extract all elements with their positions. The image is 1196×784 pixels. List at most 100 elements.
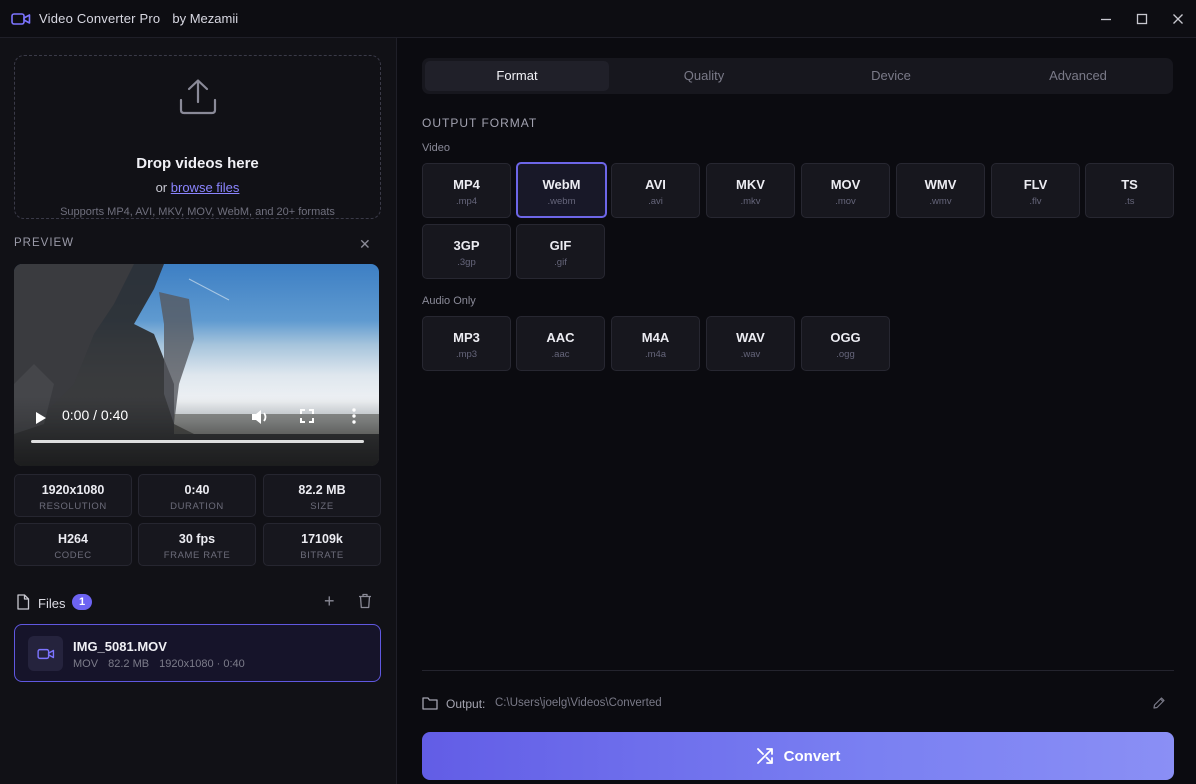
format-name: TS: [1121, 177, 1138, 192]
tab-format[interactable]: Format: [425, 61, 609, 91]
format-ext: .mp4: [455, 196, 478, 207]
fullscreen-icon[interactable]: [300, 409, 314, 423]
format-aac[interactable]: AAC .aac: [516, 316, 605, 371]
settings-tabs: Format Quality Device Advanced: [422, 58, 1173, 94]
stat-key: CODEC: [54, 550, 92, 561]
format-flv[interactable]: FLV .flv: [991, 163, 1080, 218]
files-label: Files: [38, 596, 66, 611]
maximize-button[interactable]: [1124, 0, 1160, 38]
file-list-item[interactable]: IMG_5081.MOV MOV 82.2 MB 1920x1080 · 0:4…: [14, 624, 381, 682]
convert-button[interactable]: Convert: [422, 732, 1174, 780]
volume-icon[interactable]: [250, 408, 270, 426]
pencil-icon[interactable]: [1152, 696, 1166, 710]
format-mkv[interactable]: MKV .mkv: [706, 163, 795, 218]
close-button[interactable]: [1160, 0, 1196, 38]
format-mp3[interactable]: MP3 .mp3: [422, 316, 511, 371]
format-wav[interactable]: WAV .wav: [706, 316, 795, 371]
format-ext: .ogg: [836, 349, 855, 360]
drop-title: Drop videos here: [136, 155, 259, 172]
file-size: 82.2 MB: [108, 658, 150, 670]
output-path: C:\Users\joelg\Videos\Converted: [495, 697, 662, 709]
format-ext: .wmv: [929, 196, 952, 207]
format-ext: .webm: [547, 196, 576, 207]
play-icon[interactable]: [34, 410, 48, 426]
window-controls: [1088, 0, 1196, 38]
file-details: 1920x1080 · 0:40: [159, 658, 245, 670]
format-name: WebM: [542, 177, 581, 192]
close-icon: [1173, 14, 1183, 24]
format-ext: .m4a: [644, 349, 667, 360]
stat-bitrate: 17109k BITRATE: [263, 523, 381, 566]
stat-key: BITRATE: [300, 550, 344, 561]
divider: [422, 670, 1174, 671]
format-name: AAC: [546, 330, 575, 345]
stat-key: FRAME RATE: [163, 550, 231, 561]
output-format-heading: OUTPUT FORMAT: [422, 116, 538, 130]
tab-advanced[interactable]: Advanced: [986, 61, 1170, 91]
format-mov[interactable]: MOV .mov: [801, 163, 890, 218]
stat-size: 82.2 MB SIZE: [263, 474, 381, 517]
format-m4a[interactable]: M4A .m4a: [611, 316, 700, 371]
video-time: 0:00 / 0:40: [62, 407, 129, 423]
stat-value: 17109k: [301, 532, 343, 546]
file-name: IMG_5081.MOV: [73, 639, 167, 654]
shuffle-icon: [756, 748, 773, 764]
video-group-label: Video: [422, 142, 450, 154]
trash-icon[interactable]: [358, 593, 372, 609]
add-file-button[interactable]: +: [324, 591, 335, 612]
left-panel: Drop videos here or browse files Support…: [0, 38, 397, 784]
format-ext: .flv: [1029, 196, 1042, 207]
output-label: Output:: [446, 697, 486, 711]
stat-value: 0:40: [184, 483, 210, 497]
browse-files-link[interactable]: browse files: [171, 180, 240, 195]
format-ext: .3gp: [457, 257, 476, 268]
output-path-row: Output: C:\Users\joelg\Videos\Converted: [422, 696, 1174, 712]
file-type: MOV: [73, 658, 99, 670]
stat-key: SIZE: [310, 501, 334, 512]
minimize-icon: [1101, 18, 1111, 21]
video-progress-bar[interactable]: [31, 440, 364, 443]
drop-subtitle: or browse files: [15, 180, 380, 195]
format-name: MOV: [830, 177, 861, 192]
format-name: 3GP: [453, 238, 480, 253]
format-gif[interactable]: GIF .gif: [516, 224, 605, 279]
format-wmv[interactable]: WMV .wmv: [896, 163, 985, 218]
title-bar: Video Converter Pro by Mezamii: [0, 0, 1196, 38]
right-panel: Format Quality Device Advanced OUTPUT FO…: [398, 38, 1196, 784]
format-avi[interactable]: AVI .avi: [611, 163, 700, 218]
format-ext: .avi: [648, 196, 663, 207]
folder-icon: [422, 697, 438, 710]
format-ogg[interactable]: OGG .ogg: [801, 316, 890, 371]
tab-device[interactable]: Device: [799, 61, 983, 91]
file-meta: MOV 82.2 MB 1920x1080 · 0:40: [73, 658, 252, 670]
drop-zone[interactable]: Drop videos here or browse files Support…: [14, 55, 381, 219]
video-camera-icon: [11, 12, 31, 25]
format-name: MP3: [453, 330, 480, 345]
more-options-icon[interactable]: [352, 408, 356, 424]
format-webm[interactable]: WebM .webm: [516, 162, 607, 218]
format-name: MKV: [736, 177, 765, 192]
video-camera-icon: [36, 648, 54, 659]
format-ext: .aac: [551, 349, 570, 360]
format-ext: .gif: [554, 257, 567, 268]
tab-quality[interactable]: Quality: [612, 61, 796, 91]
stat-value: 30 fps: [178, 532, 216, 546]
format-3gp[interactable]: 3GP .3gp: [422, 224, 511, 279]
minimize-button[interactable]: [1088, 0, 1124, 38]
maximize-icon: [1136, 13, 1148, 25]
format-mp4[interactable]: MP4 .mp4: [422, 163, 511, 218]
upload-icon: [179, 79, 217, 115]
format-ext: .ts: [1124, 196, 1135, 207]
format-ext: .wav: [740, 349, 761, 360]
audio-group-label: Audio Only: [422, 295, 476, 307]
app-title: Video Converter Pro: [39, 11, 161, 26]
video-player[interactable]: 0:00 / 0:40: [14, 264, 379, 466]
stat-value: H264: [58, 532, 88, 546]
format-name: WMV: [924, 177, 957, 192]
format-name: AVI: [645, 177, 666, 192]
close-preview-button[interactable]: ✕: [359, 236, 371, 253]
stat-value: 82.2 MB: [298, 483, 346, 497]
files-header: Files 1 +: [14, 591, 381, 613]
format-ts[interactable]: TS .ts: [1085, 163, 1174, 218]
stat-frame-rate: 30 fps FRAME RATE: [138, 523, 256, 566]
